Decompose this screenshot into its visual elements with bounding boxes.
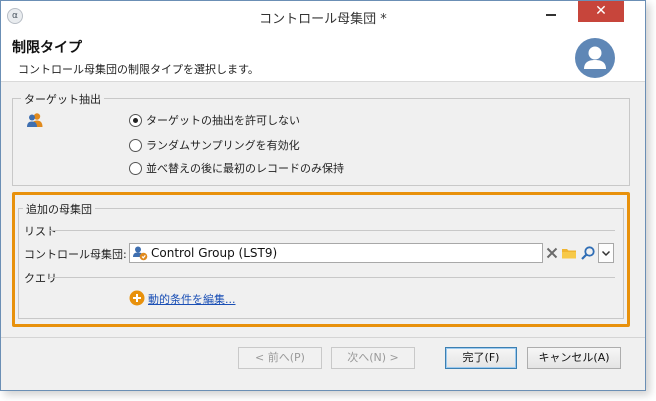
finish-button[interactable]: 完了(F) xyxy=(445,347,517,369)
radio-label: ターゲットの抽出を許可しない xyxy=(146,114,300,127)
control-group-value: Control Group (LST9) xyxy=(151,246,278,260)
group-list-icon xyxy=(133,246,148,261)
minimize-button[interactable] xyxy=(541,5,561,23)
dropdown-button[interactable] xyxy=(598,243,614,263)
list-section-label: リスト xyxy=(24,225,57,238)
close-button[interactable]: ✕ xyxy=(578,1,624,22)
radio-label: 並べ替えの後に最初のレコードのみ保持 xyxy=(146,162,344,175)
footer-divider xyxy=(1,337,645,338)
dialog-window: α コントロール母集団 * ✕ 制限タイプ コントロール母集団の制限タイプを選択… xyxy=(0,0,646,391)
query-section-divider xyxy=(49,277,615,278)
wizard-header: 制限タイプ コントロール母集団の制限タイプを選択します。 xyxy=(1,31,645,82)
list-section-divider xyxy=(49,230,615,231)
cancel-button[interactable]: キャンセル(A) xyxy=(527,347,621,369)
radio-random-sampling[interactable]: ランダムサンプリングを有効化 xyxy=(129,137,300,153)
title-bar[interactable]: α コントロール母集団 * ✕ xyxy=(1,1,645,31)
radio-keep-first-records[interactable]: 並べ替えの後に最初のレコードのみ保持 xyxy=(129,160,344,176)
radio-button[interactable] xyxy=(129,113,142,127)
target-extraction-legend: ターゲット抽出 xyxy=(21,91,104,107)
page-title: 制限タイプ xyxy=(12,40,82,56)
page-subtitle: コントロール母集団の制限タイプを選択します。 xyxy=(18,63,259,76)
radio-label: ランダムサンプリングを有効化 xyxy=(146,139,300,152)
chevron-down-icon xyxy=(601,250,611,257)
users-icon xyxy=(27,113,43,127)
query-section-label: クエリ xyxy=(24,272,57,285)
control-group-field[interactable]: Control Group (LST9) xyxy=(129,243,543,263)
additional-population-group xyxy=(18,208,624,319)
add-icon[interactable] xyxy=(129,290,145,306)
search-icon[interactable] xyxy=(580,245,596,261)
additional-population-legend: 追加の母集団 xyxy=(23,201,95,217)
radio-button[interactable] xyxy=(129,161,142,175)
folder-icon[interactable] xyxy=(561,245,577,261)
edit-dynamic-condition-link[interactable]: 動的条件を編集... xyxy=(148,291,236,307)
clear-icon[interactable] xyxy=(544,245,560,261)
next-button[interactable]: 次へ(N) > xyxy=(331,347,415,369)
back-button[interactable]: < 前へ(P) xyxy=(238,347,322,369)
user-avatar-icon xyxy=(575,38,615,78)
radio-no-extraction[interactable]: ターゲットの抽出を許可しない xyxy=(129,112,300,128)
radio-button[interactable] xyxy=(129,138,142,152)
control-group-label: コントロール母集団: xyxy=(24,248,127,261)
